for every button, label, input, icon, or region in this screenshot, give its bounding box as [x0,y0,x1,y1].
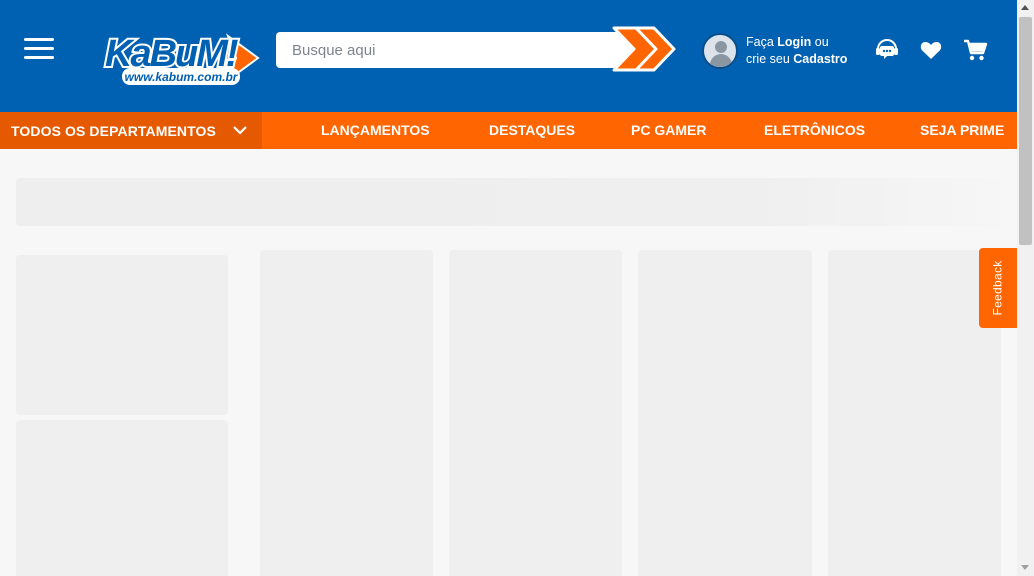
logo-url: www.kabum.com.br [125,70,239,84]
skeleton-banner [16,178,1001,226]
page-scrollbar[interactable] [1017,0,1034,576]
skeleton-product-card [638,250,812,576]
all-departments-button[interactable]: TODOS OS DEPARTAMENTOS [0,112,262,149]
search-input[interactable] [276,32,596,68]
scroll-up-icon[interactable] [1021,5,1029,10]
skeleton-product-card [828,250,1001,576]
skeleton-product-card [260,250,433,576]
menu-icon[interactable] [24,38,54,62]
all-departments-label: TODOS OS DEPARTAMENTOS [11,122,216,139]
heart-icon[interactable] [918,37,944,63]
search-box [276,32,638,68]
nav-item-seja-prime[interactable]: SEJA PRIME [920,112,1004,149]
skeleton-sidebar-block [16,420,228,576]
user-avatar-icon [702,33,738,69]
top-header: KaBuM! www.kabum.com.br Faça Login ou cr… [0,0,1017,112]
nav-item-destaques[interactable]: DESTAQUES [489,112,575,149]
nav-item-lancamentos[interactable]: LANÇAMENTOS [321,112,430,149]
feedback-label: Feedback [991,260,1006,316]
support-chat-icon[interactable] [874,37,900,63]
scrollbar-thumb[interactable] [1019,17,1032,245]
nav-item-pc-gamer[interactable]: PC GAMER [631,112,706,149]
scroll-down-icon[interactable] [1021,565,1029,570]
nav-item-eletronicos[interactable]: ELETRÔNICOS [764,112,865,149]
login-area[interactable]: Faça Login ou crie seu Cadastro [702,31,847,71]
login-text[interactable]: Faça Login ou crie seu Cadastro [746,34,847,68]
cart-icon[interactable] [962,37,988,63]
register-link[interactable]: Cadastro [793,52,847,66]
kabum-logo[interactable]: KaBuM! www.kabum.com.br [100,28,262,90]
chevron-down-icon [233,126,247,135]
skeleton-product-card [449,250,622,576]
login-link[interactable]: Login [777,35,811,49]
skeleton-sidebar-block [16,255,228,415]
category-nav: TODOS OS DEPARTAMENTOS LANÇAMENTOS DESTA… [0,112,1017,149]
search-arrow-icon[interactable] [608,24,678,74]
feedback-tab[interactable]: Feedback [979,248,1017,328]
